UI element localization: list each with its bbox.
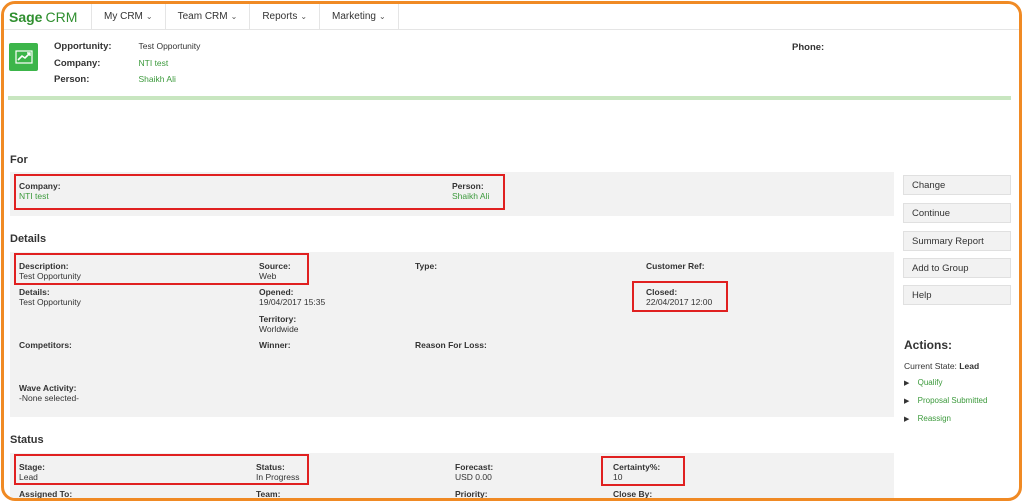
summary-report-button[interactable]: Summary Report xyxy=(903,231,1011,251)
continue-button[interactable]: Continue xyxy=(903,203,1011,223)
progress-divider xyxy=(8,96,1011,100)
actions-title: Actions: xyxy=(904,338,952,352)
details-reason-label: Reason For Loss: xyxy=(415,340,487,350)
status-priority-field: Priority: xyxy=(455,489,488,499)
details-reason-field: Reason For Loss: xyxy=(415,340,487,350)
status-assigned-label: Assigned To: xyxy=(19,489,73,499)
details-competitors-field: Competitors: xyxy=(19,340,72,350)
details-customer-ref-label: Customer Ref: xyxy=(646,261,705,271)
status-closeby-field: Close By: xyxy=(613,489,653,499)
header-person-link[interactable]: Shaikh Ali xyxy=(139,74,176,84)
header-person: Person: Shaikh Ali xyxy=(54,74,176,85)
header-person-label: Person: xyxy=(54,74,90,85)
status-forecast-field: Forecast: USD 0.00 xyxy=(455,462,493,482)
action-qualify[interactable]: ▶ Qualify xyxy=(904,378,943,387)
app-frame: Sage CRM My CRM ⌄ Team CRM ⌄ Reports ⌄ M… xyxy=(1,1,1022,501)
details-territory-value: Worldwide xyxy=(259,324,299,334)
nav-team-crm-label: Team CRM xyxy=(177,11,228,22)
nav-reports-label: Reports xyxy=(262,11,298,22)
header-opportunity: Opportunity: Test Opportunity xyxy=(54,41,200,52)
brand-sage: Sage xyxy=(9,8,43,25)
details-wave-field: Wave Activity: -None selected- xyxy=(19,383,79,403)
action-proposal-submitted[interactable]: ▶ Proposal Submitted xyxy=(904,396,987,405)
nav-team-crm[interactable]: Team CRM ⌄ xyxy=(166,4,251,29)
details-winner-label: Winner: xyxy=(259,340,291,350)
header-phone-label: Phone: xyxy=(792,42,825,53)
header-opportunity-label: Opportunity: xyxy=(54,41,112,52)
status-section-title: Status xyxy=(10,434,44,446)
details-section-title: Details xyxy=(10,233,47,245)
details-territory-label: Territory: xyxy=(259,314,297,324)
current-state-value: Lead xyxy=(959,361,980,371)
details-type-field: Type: xyxy=(415,261,437,271)
header-opportunity-value: Test Opportunity xyxy=(138,41,201,51)
highlight-box-closed xyxy=(632,281,728,312)
action-proposal-submitted-label: Proposal Submitted xyxy=(917,396,988,405)
header-company-link[interactable]: NTI test xyxy=(139,58,169,68)
triangle-right-icon: ▶ xyxy=(904,380,910,387)
details-details-value: Test Opportunity xyxy=(19,297,81,307)
for-section-title: For xyxy=(10,154,28,166)
highlight-box-for xyxy=(14,174,505,210)
status-team-field: Team: xyxy=(256,489,281,499)
action-qualify-label: Qualify xyxy=(917,378,943,387)
nav-reports[interactable]: Reports ⌄ xyxy=(250,4,321,29)
current-state: Current State: Lead xyxy=(904,361,979,371)
status-forecast-value: USD 0.00 xyxy=(455,472,492,482)
status-priority-label: Priority: xyxy=(455,489,488,499)
highlight-box-certainty xyxy=(601,456,685,486)
triangle-right-icon: ▶ xyxy=(904,416,910,423)
details-details-field: Details: Test Opportunity xyxy=(19,287,81,307)
details-competitors-label: Competitors: xyxy=(19,340,72,350)
status-closeby-label: Close By: xyxy=(613,489,653,499)
header-company-label: Company: xyxy=(54,58,101,69)
nav-my-crm[interactable]: My CRM ⌄ xyxy=(92,4,166,29)
record-header: Opportunity: Test Opportunity Company: N… xyxy=(4,31,1019,99)
status-assigned-field: Assigned To: xyxy=(19,489,73,499)
header-company: Company: NTI test xyxy=(54,58,168,69)
help-button[interactable]: Help xyxy=(903,285,1011,305)
chevron-down-icon: ⌄ xyxy=(300,12,308,21)
nav-marketing-label: Marketing xyxy=(332,11,376,22)
action-reassign-label: Reassign xyxy=(917,414,951,423)
status-team-label: Team: xyxy=(256,489,281,499)
details-details-label: Details: xyxy=(19,287,50,297)
trend-chart-icon xyxy=(9,43,38,71)
highlight-box-description-source xyxy=(14,253,309,285)
details-customer-ref-field: Customer Ref: xyxy=(646,261,705,271)
current-state-label: Current State: xyxy=(904,361,957,371)
details-territory-field: Territory: Worldwide xyxy=(259,314,299,334)
highlight-box-stage-status xyxy=(14,454,309,485)
chevron-down-icon: ⌄ xyxy=(145,12,153,21)
nav-marketing[interactable]: Marketing ⌄ xyxy=(320,4,399,29)
details-wave-value: -None selected- xyxy=(19,393,80,403)
brand-logo[interactable]: Sage CRM xyxy=(4,4,92,29)
nav-my-crm-label: My CRM xyxy=(104,11,143,22)
details-wave-label: Wave Activity: xyxy=(19,383,77,393)
triangle-right-icon: ▶ xyxy=(904,398,910,405)
chevron-down-icon: ⌄ xyxy=(230,12,238,21)
action-reassign[interactable]: ▶ Reassign xyxy=(904,414,951,423)
add-to-group-button[interactable]: Add to Group xyxy=(903,258,1011,278)
status-forecast-label: Forecast: xyxy=(455,462,494,472)
details-opened-field: Opened: 19/04/2017 15:35 xyxy=(259,287,325,307)
change-button[interactable]: Change xyxy=(903,175,1011,195)
details-type-label: Type: xyxy=(415,261,438,271)
brand-crm: CRM xyxy=(45,8,78,25)
details-winner-field: Winner: xyxy=(259,340,291,350)
top-nav: Sage CRM My CRM ⌄ Team CRM ⌄ Reports ⌄ M… xyxy=(4,4,1019,30)
details-opened-value: 19/04/2017 15:35 xyxy=(259,297,326,307)
details-opened-label: Opened: xyxy=(259,287,294,297)
chevron-down-icon: ⌄ xyxy=(378,12,386,21)
